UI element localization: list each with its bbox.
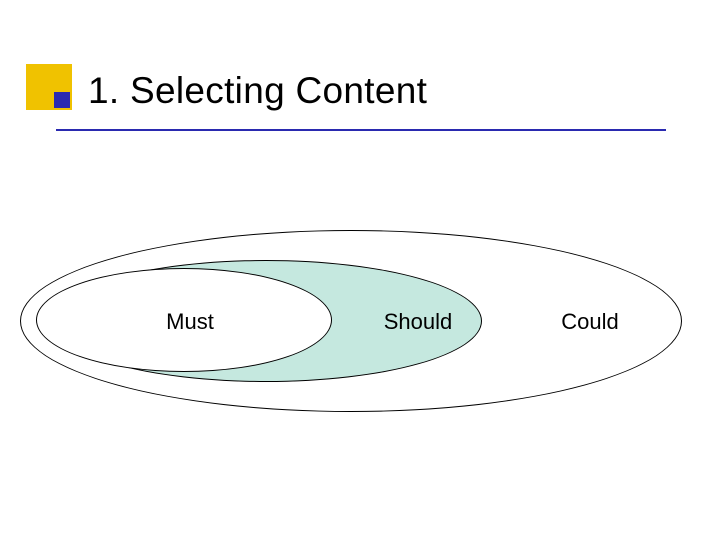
venn-diagram: Must Should Could	[20, 230, 700, 430]
slide: 1. Selecting Content Must Should Could	[0, 0, 720, 540]
label-must: Must	[166, 309, 214, 335]
label-could: Could	[561, 309, 618, 335]
label-should: Should	[384, 309, 453, 335]
decor-square-blue	[54, 92, 70, 108]
page-title: 1. Selecting Content	[88, 70, 427, 112]
title-underline	[56, 129, 666, 131]
